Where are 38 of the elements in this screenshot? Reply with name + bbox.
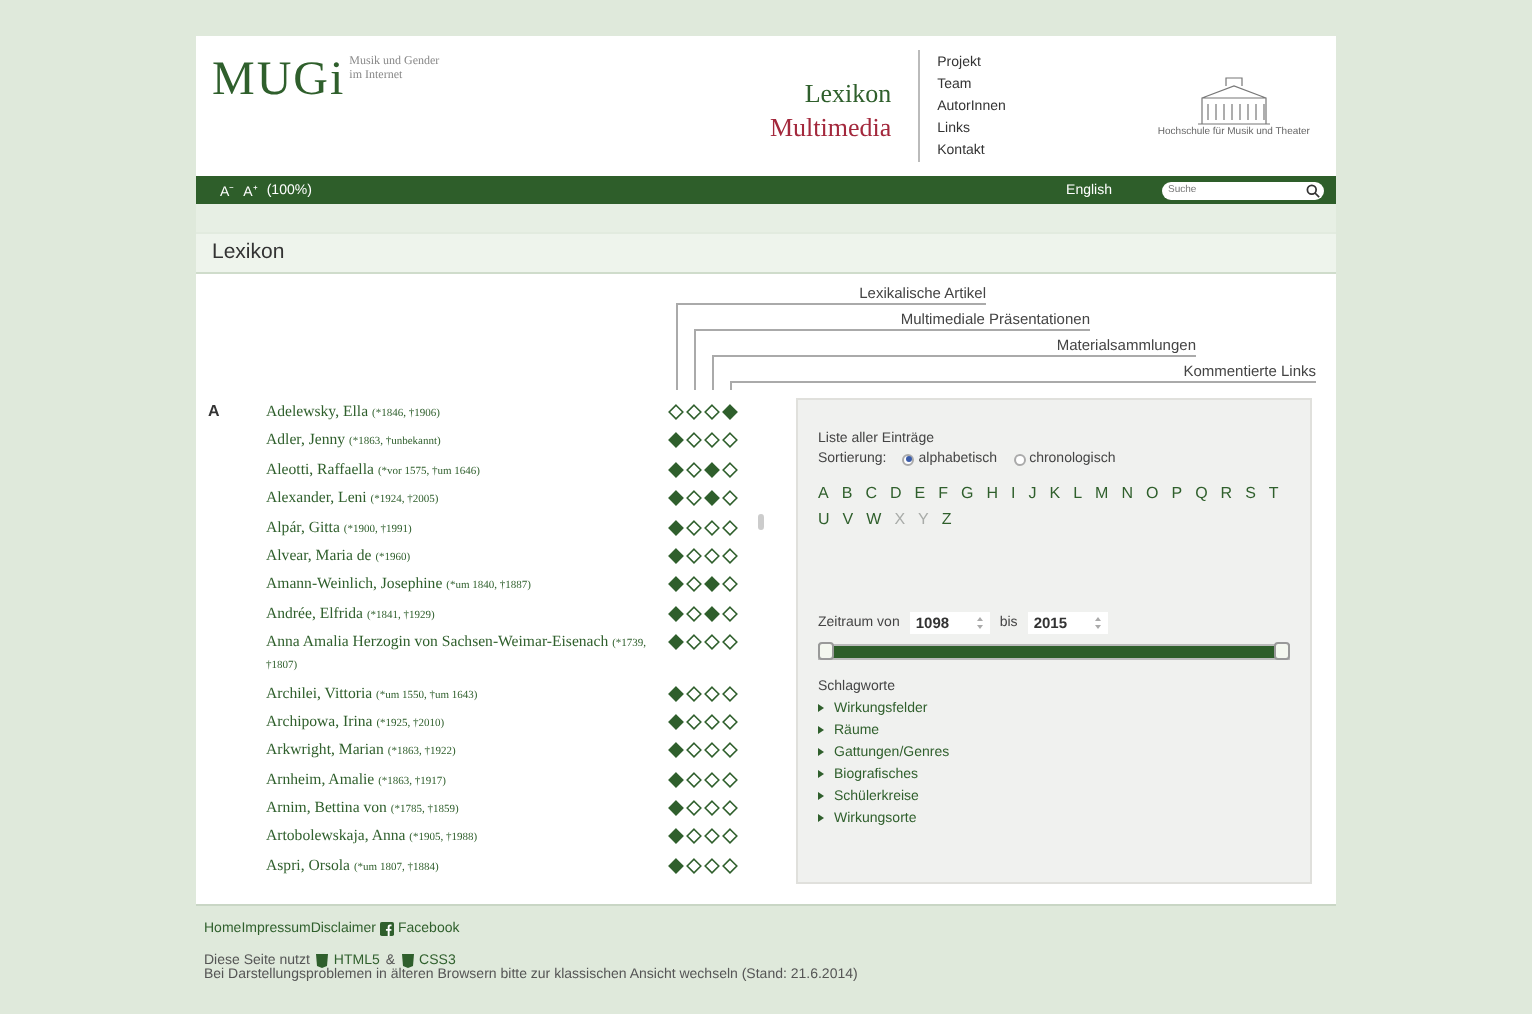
letter-link: X: [894, 510, 906, 528]
letter-link[interactable]: F: [938, 484, 948, 502]
letter-link[interactable]: L: [1073, 484, 1083, 502]
letter-link[interactable]: Z: [941, 510, 952, 528]
letter-link[interactable]: T: [1268, 484, 1279, 502]
letter-link[interactable]: S: [1245, 484, 1256, 502]
page-heading: Lexikon: [196, 232, 1336, 274]
facebook-icon[interactable]: [379, 922, 394, 936]
letter-link[interactable]: C: [865, 484, 877, 502]
logo-text[interactable]: MUGi: [212, 56, 346, 104]
section-link[interactable]: Multimedia: [770, 110, 892, 144]
letter-link[interactable]: K: [1049, 484, 1061, 502]
letter-link[interactable]: N: [1121, 484, 1133, 502]
range-slider[interactable]: [818, 644, 1290, 660]
letter-link: Y: [918, 510, 929, 528]
letter-link[interactable]: V: [842, 510, 854, 528]
letter-link[interactable]: J: [1028, 484, 1037, 502]
scrollbar-thumb[interactable]: [758, 514, 764, 530]
shield-icon: [315, 954, 328, 968]
letter-link[interactable]: A: [818, 484, 829, 502]
letter-link[interactable]: H: [986, 484, 998, 502]
letter-link[interactable]: B: [841, 484, 853, 502]
letter-link[interactable]: O: [1145, 484, 1159, 502]
letter-link[interactable]: R: [1220, 484, 1233, 502]
letter-link[interactable]: I: [1011, 484, 1016, 502]
letter-link[interactable]: D: [889, 484, 902, 502]
index-letter: A: [206, 402, 222, 424]
letter-link[interactable]: U: [818, 510, 830, 528]
letter-link[interactable]: W: [866, 510, 882, 528]
shield-icon: [401, 954, 414, 968]
letter-link[interactable]: Q: [1195, 484, 1208, 502]
letter-link[interactable]: P: [1171, 484, 1183, 502]
letter-link[interactable]: E: [914, 484, 926, 502]
building-icon: [1193, 74, 1274, 126]
section-link[interactable]: Lexikon: [804, 76, 892, 110]
letter-link[interactable]: G: [960, 484, 974, 502]
search-icon[interactable]: [1306, 183, 1320, 197]
letter-link[interactable]: M: [1095, 484, 1109, 502]
